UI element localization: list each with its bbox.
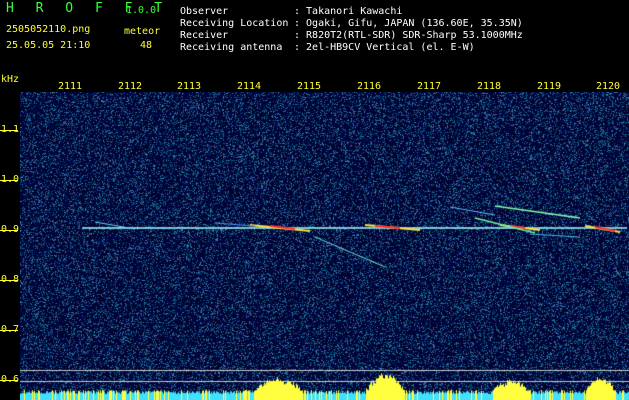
header-panel: H R O F F T 1.0.0 2505052110.png meteor …	[0, 0, 629, 76]
x-tick-label: 2116	[357, 81, 382, 92]
x-tick-label: 2120	[596, 81, 621, 92]
meteor-label: meteor	[124, 26, 161, 37]
unit-label: kHz	[1, 74, 20, 85]
x-tick-label: 2113	[177, 81, 202, 92]
meteor-count: 48	[140, 40, 153, 51]
antenna-value: : 2el-HB9CV Vertical (el. E-W)	[294, 42, 475, 53]
x-tick-label: 2117	[417, 81, 442, 92]
x-tick-label: 2119	[537, 81, 562, 92]
y-tick-mark	[0, 180, 18, 181]
app-version: 1.0.0	[126, 5, 157, 16]
y-tick-mark	[0, 330, 18, 331]
y-tick-mark	[0, 230, 18, 231]
x-tick-label: 2118	[477, 81, 502, 92]
antenna-label: Receiving antenna	[180, 42, 283, 53]
x-tick-label: 2114	[237, 81, 262, 92]
x-tick-label: 2112	[118, 81, 143, 92]
receiver-label: Receiver	[180, 30, 229, 41]
date-time: 25.05.05 21:10	[6, 40, 91, 51]
spectrogram-canvas	[20, 92, 629, 400]
y-tick-mark	[0, 130, 18, 131]
x-tick-label: 2111	[58, 81, 83, 92]
receiver-value: : R820T2(RTL-SDR) SDR-Sharp 53.1000MHz	[294, 30, 523, 41]
file-name: 2505052110.png	[6, 24, 91, 35]
observer-value: : Takanori Kawachi	[294, 6, 403, 17]
x-tick-label: 2115	[297, 81, 322, 92]
observer-label: Observer	[180, 6, 229, 17]
y-tick-mark	[0, 280, 18, 281]
y-tick-mark	[0, 380, 18, 381]
location-value: : Ogaki, Gifu, JAPAN (136.60E, 35.35N)	[294, 18, 523, 29]
location-label: Receiving Location	[180, 18, 289, 29]
